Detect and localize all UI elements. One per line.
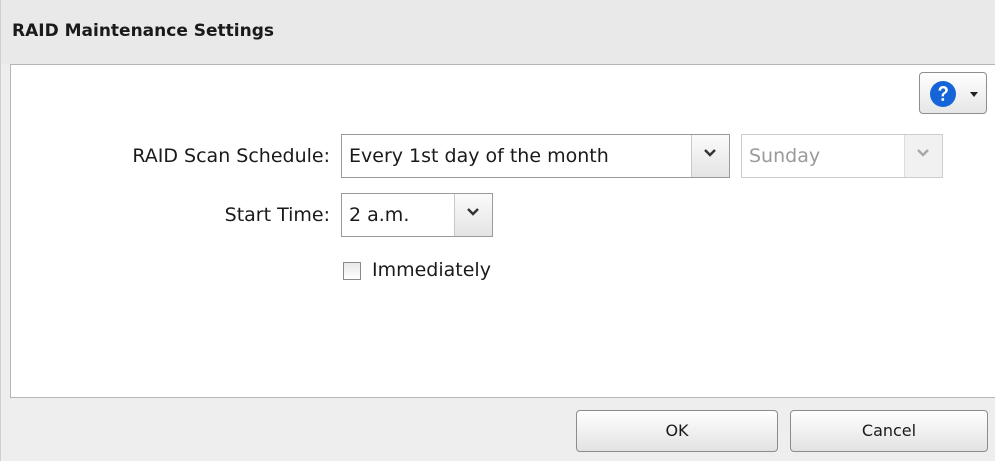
weekday-value: Sunday (749, 145, 821, 167)
chevron-down-icon (970, 92, 978, 97)
raid-maintenance-dialog: RAID Maintenance Settings RAID Scan Sche… (0, 0, 995, 461)
dialog-title: RAID Maintenance Settings (12, 21, 275, 41)
weekday-select: Sunday (741, 134, 943, 178)
ok-button[interactable]: OK (576, 410, 778, 452)
dialog-titlebar: RAID Maintenance Settings (1, 0, 995, 64)
immediately-checkbox[interactable] (343, 262, 361, 280)
chevron-down-icon (904, 135, 942, 177)
help-menu-button[interactable] (919, 72, 987, 114)
raid-scan-schedule-label: RAID Scan Schedule: (132, 145, 330, 167)
start-time-label: Start Time: (224, 204, 330, 226)
question-circle-icon (930, 81, 956, 107)
chevron-down-icon (691, 135, 729, 177)
start-time-value: 2 a.m. (349, 204, 410, 226)
raid-scan-schedule-select[interactable]: Every 1st day of the month (341, 134, 730, 178)
cancel-button[interactable]: Cancel (790, 410, 988, 452)
dialog-content (10, 64, 995, 398)
immediately-label[interactable]: Immediately (372, 259, 491, 281)
raid-scan-schedule-value: Every 1st day of the month (349, 145, 609, 167)
start-time-select[interactable]: 2 a.m. (341, 193, 493, 237)
chevron-down-icon (454, 194, 492, 236)
